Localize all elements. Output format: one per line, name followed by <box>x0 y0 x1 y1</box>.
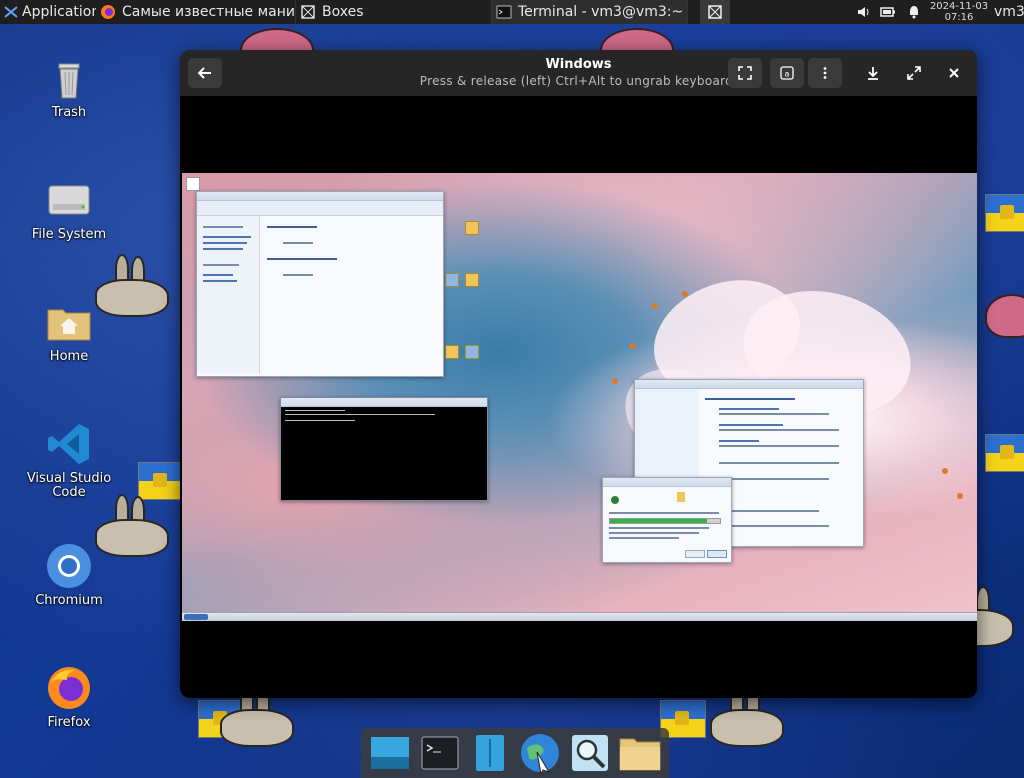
chromium-icon <box>45 542 93 590</box>
task-label: Terminal - vm3@vm3:~ <box>518 4 684 20</box>
dock-file-manager-panes[interactable] <box>468 731 512 775</box>
wallpaper-flag <box>985 194 1024 232</box>
guest-folder-icon[interactable] <box>465 273 479 287</box>
search-icon <box>572 735 608 771</box>
boxes-window: Windows Press & release (left) Ctrl+Alt … <box>180 50 977 698</box>
close-icon <box>949 68 959 78</box>
wallpaper-stamen <box>612 378 618 384</box>
dock-files[interactable] <box>618 731 662 775</box>
clock-date: 2024-11-03 <box>929 1 989 12</box>
guest-image-icon[interactable] <box>465 345 479 359</box>
user-menu[interactable]: vm3 <box>990 0 1024 24</box>
wallpaper-stamen <box>957 493 963 499</box>
desktop-icon-home[interactable]: Home <box>14 298 124 364</box>
home-folder-icon <box>45 298 93 346</box>
notifications-button[interactable] <box>902 0 928 24</box>
desktop-icon-chromium[interactable]: Chromium <box>14 542 124 608</box>
guest-image-icon[interactable] <box>445 273 459 287</box>
split-panel-icon <box>476 735 504 771</box>
fullscreen-icon <box>907 66 921 80</box>
guest-recycle-bin-icon[interactable] <box>186 177 200 191</box>
boxes-icon <box>301 5 315 19</box>
user-name: vm3 <box>994 4 1024 20</box>
wallpaper-stamen <box>652 303 658 309</box>
keyboard-shortcuts-button[interactable]: a <box>770 58 804 88</box>
desktop-icon-label: File System <box>31 227 107 242</box>
dock-show-desktop[interactable] <box>368 731 412 775</box>
desktop-icon-file-system[interactable]: File System <box>14 176 124 242</box>
task-firefox[interactable]: Самые известные манип... <box>96 0 296 24</box>
terminal-icon <box>421 736 459 770</box>
volume-icon <box>858 7 869 17</box>
wallpaper-stamen <box>630 343 636 349</box>
dock-terminal[interactable] <box>418 731 462 775</box>
guest-explorer-window[interactable] <box>196 191 444 377</box>
applications-menu[interactable]: Applications <box>0 0 96 24</box>
firefox-icon <box>101 5 115 19</box>
guest-display[interactable] <box>182 173 977 621</box>
fit-icon <box>738 66 752 80</box>
wallpaper-pig <box>985 294 1024 338</box>
applications-label: Applications <box>22 4 96 20</box>
desktop-icon-label: Chromium <box>35 593 103 608</box>
firefox-icon <box>45 664 93 712</box>
kebab-menu-icon <box>823 67 827 79</box>
desktop-icon-trash[interactable]: Trash <box>14 54 124 120</box>
terminal-icon <box>496 5 512 19</box>
task-boxes[interactable]: Boxes <box>296 0 492 24</box>
volume-button[interactable] <box>852 0 876 24</box>
guest-taskbar <box>182 612 977 621</box>
bell-icon <box>910 6 918 19</box>
battery-icon <box>880 7 895 17</box>
keyboard-icon: a <box>780 66 794 80</box>
desktop-icon-firefox[interactable]: Firefox <box>14 664 124 730</box>
top-panel: Applications Самые известные манип... Bo… <box>0 0 1024 24</box>
web-browser-icon <box>521 734 559 774</box>
clock-time: 07:16 <box>944 12 974 23</box>
boxes-headerbar: Windows Press & release (left) Ctrl+Alt … <box>180 50 977 96</box>
wallpaper-flag <box>985 434 1024 472</box>
wallpaper-stamen <box>682 291 688 297</box>
fit-screen-button[interactable] <box>728 58 762 88</box>
desktop-icon-label: Visual Studio Code <box>26 471 112 500</box>
guest-folder-icon[interactable] <box>465 221 479 235</box>
svg-text:a: a <box>785 70 790 79</box>
desktop-icon-vscode[interactable]: Visual Studio Code <box>14 420 124 500</box>
desktop-icon-label: Firefox <box>47 715 91 730</box>
guest-cmd-window[interactable] <box>280 397 488 501</box>
download-icon <box>868 67 878 80</box>
guest-folder-icon[interactable] <box>445 345 459 359</box>
menu-button[interactable] <box>808 58 842 88</box>
desktop-icon-label: Home <box>49 349 89 364</box>
boxes-icon <box>708 5 722 19</box>
clock[interactable]: 2024-11-03 07:16 <box>928 0 990 24</box>
xfce-logo-icon <box>4 6 18 18</box>
show-desktop-icon <box>371 737 409 769</box>
close-button[interactable] <box>937 58 971 88</box>
guest-copy-dialog[interactable] <box>602 477 732 563</box>
vscode-icon <box>45 420 93 468</box>
dock-search[interactable] <box>568 731 612 775</box>
download-button[interactable] <box>856 58 890 88</box>
desktop-icon-label: Trash <box>51 105 87 120</box>
boxes-launcher[interactable] <box>700 0 730 24</box>
task-label: Boxes <box>322 4 364 20</box>
guest-start-button[interactable] <box>184 614 208 620</box>
dock-web-browser[interactable] <box>518 731 562 775</box>
task-terminal[interactable]: Terminal - vm3@vm3:~ <box>492 0 688 24</box>
dock <box>361 728 669 778</box>
wallpaper-stamen <box>942 468 948 474</box>
trash-icon <box>45 54 93 102</box>
fullscreen-button[interactable] <box>897 58 931 88</box>
folder-icon <box>619 738 661 771</box>
task-label: Самые известные манип... <box>122 4 295 20</box>
drive-icon <box>45 176 93 224</box>
battery-button[interactable] <box>876 0 902 24</box>
